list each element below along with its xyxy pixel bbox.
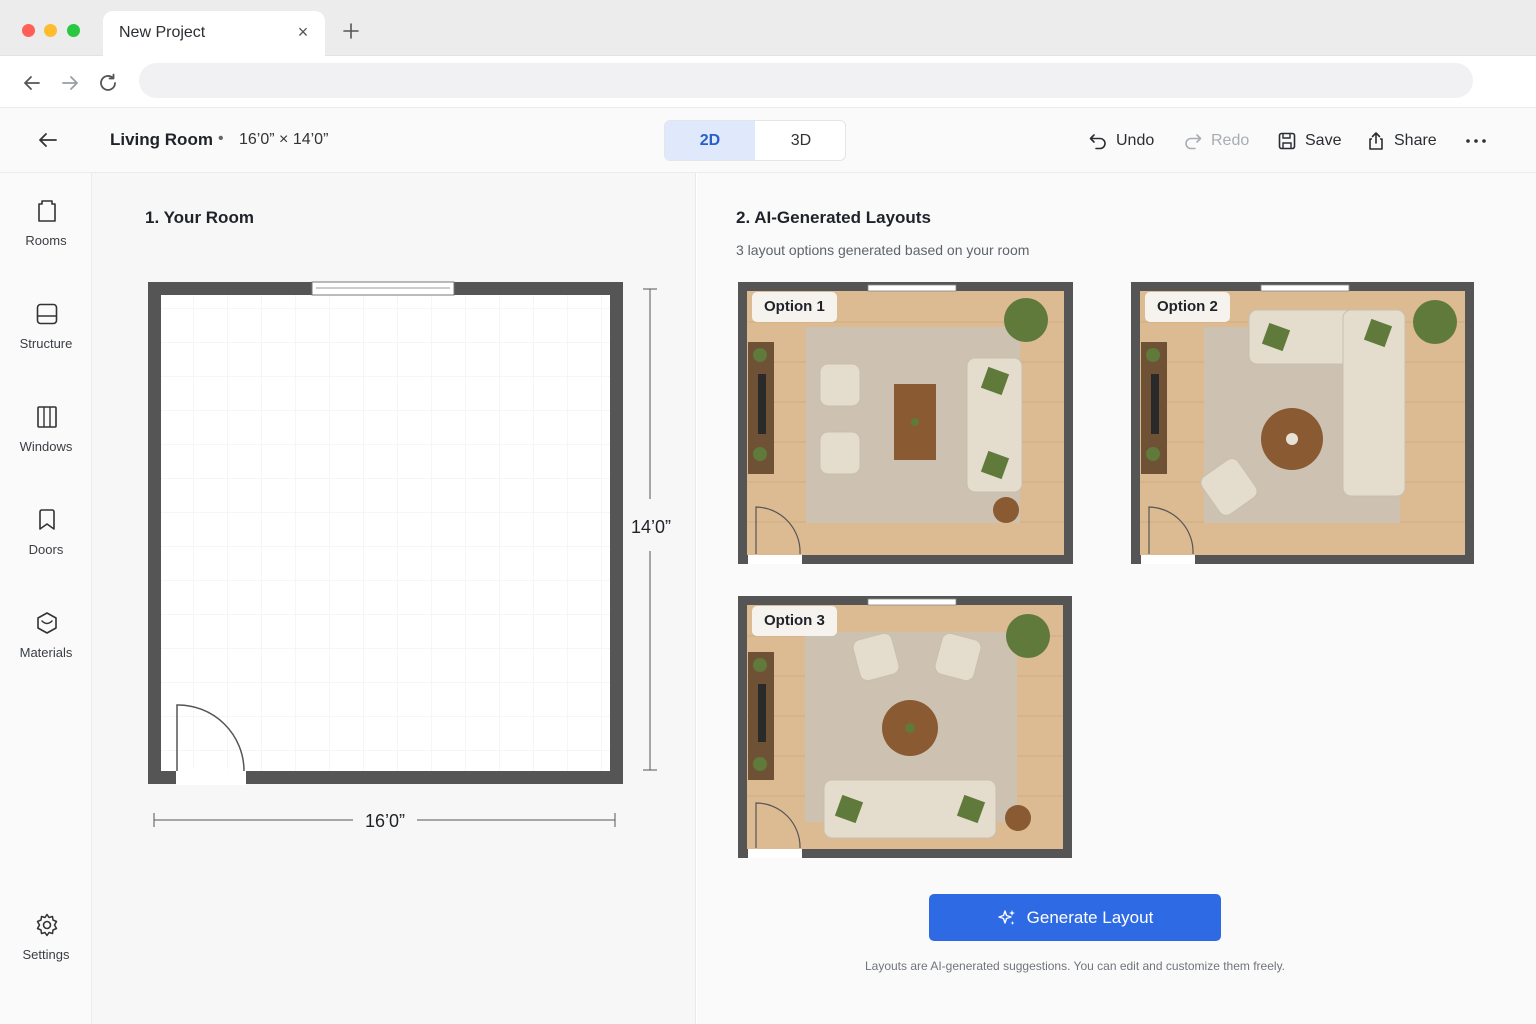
redo-icon xyxy=(1185,134,1202,150)
tab-title: New Project xyxy=(119,24,206,41)
room-dimensions: 16’0” × 14’0” xyxy=(239,131,329,148)
undo-icon xyxy=(1089,134,1106,150)
ai-layouts-subtitle: 3 layout options generated based on your… xyxy=(736,242,1030,258)
forward-arrow-icon[interactable] xyxy=(58,71,82,95)
layout-option-2-render xyxy=(1131,282,1474,564)
option-2-badge: Option 2 xyxy=(1145,292,1230,322)
share-label: Share xyxy=(1394,132,1437,149)
minimize-window-button[interactable] xyxy=(44,24,57,37)
option-1-badge: Option 1 xyxy=(752,292,837,322)
window-opening xyxy=(311,281,455,296)
ai-layouts-panel: 2. AI-Generated Layouts 3 layout options… xyxy=(697,173,1536,1024)
view-2d-button[interactable]: 2D xyxy=(665,121,755,160)
app-toolbar: Living Room • 16’0” × 14’0” 2D 3D Undo R… xyxy=(0,108,1536,173)
ai-layouts-title: 2. AI-Generated Layouts xyxy=(736,208,931,227)
maximize-window-button[interactable] xyxy=(67,24,80,37)
width-label: 16’0” xyxy=(365,811,405,831)
plant-icon xyxy=(1004,298,1048,342)
sidebar: Rooms Structure Windows Doors Materials xyxy=(0,173,92,1024)
layout-option-2[interactable]: Option 2 xyxy=(1131,282,1474,564)
undo-label: Undo xyxy=(1116,132,1155,149)
plant-icon xyxy=(1146,348,1160,362)
back-icon[interactable] xyxy=(36,128,60,152)
close-tab-icon[interactable]: × xyxy=(293,22,313,42)
sidebar-item-settings[interactable]: Settings xyxy=(0,912,92,982)
plant-icon xyxy=(1146,447,1160,461)
sidebar-item-label: Structure xyxy=(19,336,73,351)
redo-label: Redo xyxy=(1211,132,1250,149)
plant-icon xyxy=(1413,300,1457,344)
sidebar-item-label: Doors xyxy=(28,542,64,557)
plant-icon xyxy=(753,447,767,461)
browser-tab[interactable]: New Project × xyxy=(103,11,325,56)
sidebar-item-structure[interactable]: Structure xyxy=(0,301,92,371)
save-label: Save xyxy=(1305,132,1342,149)
save-button[interactable]: Save xyxy=(1277,129,1341,153)
gear-icon xyxy=(36,913,58,937)
title-separator: • xyxy=(218,130,224,147)
windows-icon xyxy=(37,406,57,428)
undo-button[interactable]: Undo xyxy=(1088,129,1154,153)
share-button[interactable]: Share xyxy=(1366,129,1437,153)
sidebar-item-label: Windows xyxy=(19,439,73,454)
more-options-button[interactable] xyxy=(1465,129,1487,153)
layout-option-3[interactable]: Option 3 xyxy=(738,596,1072,858)
close-window-button[interactable] xyxy=(22,24,35,37)
layout-option-1-render xyxy=(738,282,1073,564)
sidebar-item-windows[interactable]: Windows xyxy=(0,404,92,474)
generate-layout-label: Generate Layout xyxy=(1026,907,1154,927)
generate-layout-button[interactable]: Generate Layout xyxy=(929,894,1221,941)
height-label: 14’0” xyxy=(631,517,671,537)
view-3d-button[interactable]: 3D xyxy=(756,121,845,160)
room-name: Living Room xyxy=(110,130,213,149)
back-arrow-icon[interactable] xyxy=(20,71,44,95)
share-icon xyxy=(1369,132,1383,150)
url-input[interactable] xyxy=(139,63,1473,98)
armchair xyxy=(819,431,861,475)
rooms-icon xyxy=(38,200,56,222)
your-room-panel: 1. Your Room 14’0” 16’0” xyxy=(92,173,696,1024)
option-3-badge: Option 3 xyxy=(752,606,837,636)
sparkle-icon xyxy=(997,909,1015,925)
settings-label: Settings xyxy=(22,947,70,962)
address-bar-row xyxy=(0,56,1536,108)
save-icon xyxy=(1278,132,1296,150)
ai-disclaimer: Layouts are AI-generated suggestions. Yo… xyxy=(864,959,1286,973)
new-tab-icon[interactable] xyxy=(340,20,362,42)
materials-icon xyxy=(37,612,57,634)
more-icon xyxy=(1466,139,1486,143)
floor-plan-canvas[interactable]: 14’0” 16’0” xyxy=(92,173,696,1024)
side-table xyxy=(993,497,1019,523)
view-mode-toggle: 2D 3D xyxy=(664,120,846,161)
plant-icon xyxy=(1006,614,1050,658)
sidebar-item-label: Materials xyxy=(19,645,73,660)
sidebar-item-rooms[interactable]: Rooms xyxy=(0,198,92,268)
reload-icon[interactable] xyxy=(96,71,120,95)
redo-button[interactable]: Redo xyxy=(1183,129,1249,153)
sidebar-item-materials[interactable]: Materials xyxy=(0,610,92,680)
plant-icon xyxy=(753,658,767,672)
sidebar-item-label: Rooms xyxy=(25,233,67,248)
browser-tab-bar: New Project × xyxy=(0,0,1536,56)
structure-icon xyxy=(36,303,58,325)
side-table xyxy=(1005,805,1031,831)
armchair xyxy=(819,363,861,407)
sidebar-item-doors[interactable]: Doors xyxy=(0,507,92,577)
layout-option-1[interactable]: Option 1 xyxy=(738,282,1073,564)
doors-icon xyxy=(39,509,55,530)
plant-icon xyxy=(753,757,767,771)
plant-icon xyxy=(753,348,767,362)
